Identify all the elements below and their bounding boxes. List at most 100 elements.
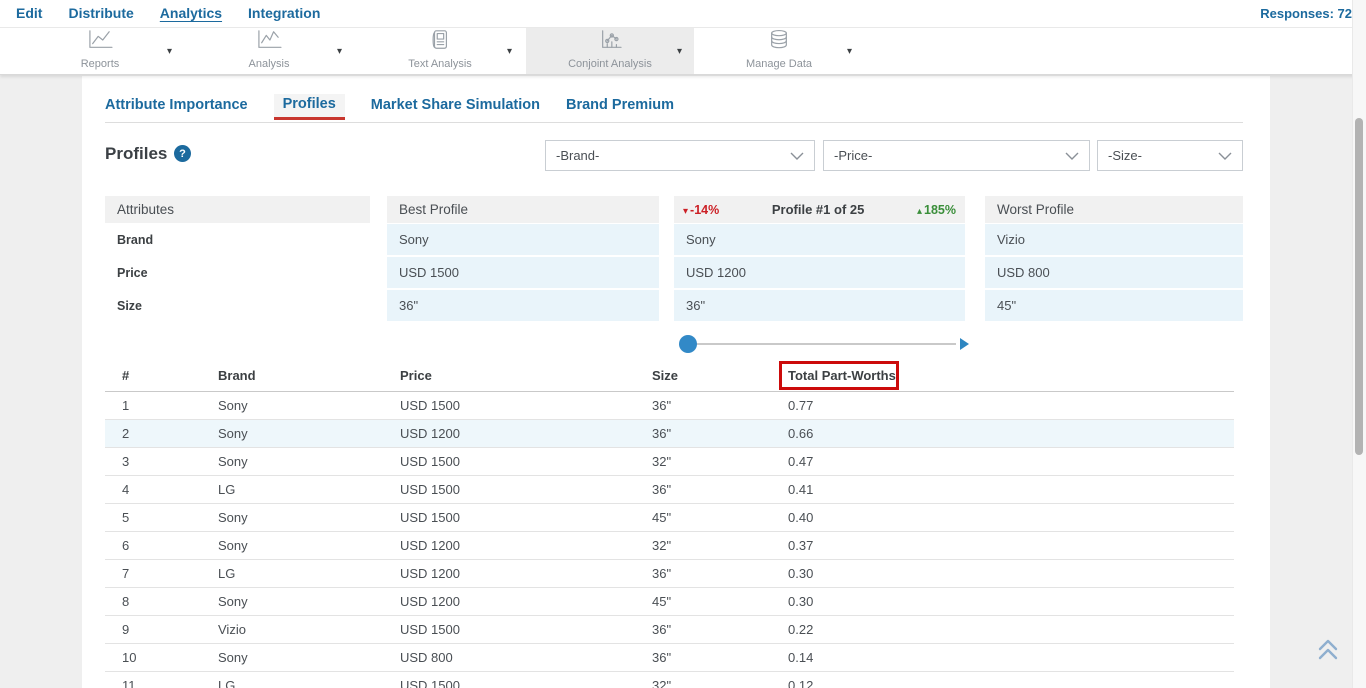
table-header-number[interactable]: # xyxy=(122,368,129,383)
table-header-total-part-worths[interactable]: Total Part-Worths xyxy=(788,368,896,383)
top-nav: Edit Distribute Analytics Integration Re… xyxy=(0,0,1366,28)
nav-item-edit[interactable]: Edit xyxy=(16,5,42,23)
text-analysis-dropdown-caret[interactable]: ▾ xyxy=(507,47,512,57)
toolbar-button-manage-data[interactable]: Manage Data xyxy=(704,28,854,74)
table-row[interactable]: 8SonyUSD 120045"0.30 xyxy=(105,588,1234,616)
current-profile-brand-cell: Sony xyxy=(674,224,965,255)
table-cell: USD 1500 xyxy=(400,504,460,532)
table-row[interactable]: 6SonyUSD 120032"0.37 xyxy=(105,532,1234,560)
table-cell: Sony xyxy=(218,532,248,560)
table-row[interactable]: 1SonyUSD 150036"0.77 xyxy=(105,392,1234,420)
scroll-to-top-button[interactable] xyxy=(1316,637,1340,663)
toolbar-button-reports[interactable]: Reports xyxy=(25,28,175,74)
worst-profile-header: Worst Profile xyxy=(985,196,1243,223)
table-cell: 0.47 xyxy=(788,448,813,476)
tab-market-share-simulation[interactable]: Market Share Simulation xyxy=(371,97,540,120)
analytics-toolbar: Reports ▾ Analysis ▾ Text Analysis ▾ Con… xyxy=(0,28,1366,75)
table-cell: 11 xyxy=(122,672,136,688)
table-cell: 32" xyxy=(652,448,671,476)
toolbar-button-text-analysis[interactable]: Text Analysis xyxy=(365,28,515,74)
conjoint-analysis-dropdown-caret[interactable]: ▾ xyxy=(677,47,682,57)
best-profile-size-cell: 36" xyxy=(387,290,659,321)
attribute-label-brand: Brand xyxy=(117,224,153,255)
brand-filter-dropdown[interactable]: -Brand- xyxy=(545,140,815,171)
table-row[interactable]: 5SonyUSD 150045"0.40 xyxy=(105,504,1234,532)
table-row[interactable]: 9VizioUSD 150036"0.22 xyxy=(105,616,1234,644)
table-cell: USD 1500 xyxy=(400,672,460,688)
nav-item-distribute[interactable]: Distribute xyxy=(68,5,133,23)
table-row[interactable]: 2SonyUSD 120036"0.66 xyxy=(105,420,1234,448)
profile-slider xyxy=(674,334,969,354)
toolbar-label: Conjoint Analysis xyxy=(568,58,652,70)
table-row[interactable]: 10SonyUSD 80036"0.14 xyxy=(105,644,1234,672)
triangle-up-icon: ▴ xyxy=(917,206,922,217)
nav-item-analytics[interactable]: Analytics xyxy=(160,5,222,23)
best-profile-header: Best Profile xyxy=(387,196,659,223)
table-cell: 0.22 xyxy=(788,616,813,644)
table-header-size[interactable]: Size xyxy=(652,368,678,383)
vertical-scrollbar-track[interactable] xyxy=(1352,0,1366,688)
profile-slider-handle[interactable] xyxy=(679,335,697,353)
table-cell: 0.41 xyxy=(788,476,813,504)
table-cell: 0.30 xyxy=(788,560,813,588)
table-cell: USD 1200 xyxy=(400,420,460,448)
tab-attribute-importance[interactable]: Attribute Importance xyxy=(105,97,248,120)
current-profile-header: ▾-14% Profile #1 of 25 ▴185% xyxy=(674,196,965,223)
table-row[interactable]: 4LGUSD 150036"0.41 xyxy=(105,476,1234,504)
table-cell: 5 xyxy=(122,504,129,532)
price-filter-dropdown[interactable]: -Price- xyxy=(823,140,1090,171)
table-cell: 3 xyxy=(122,448,129,476)
profile-slider-track[interactable] xyxy=(688,343,956,345)
responses-count[interactable]: Responses: 72 xyxy=(1260,6,1352,21)
table-cell: Sony xyxy=(218,588,248,616)
table-cell: 8 xyxy=(122,588,129,616)
better-percentage: ▴185% xyxy=(917,203,956,217)
worse-percentage: ▾-14% xyxy=(683,203,719,217)
size-filter-value: -Size- xyxy=(1108,148,1142,163)
chevron-down-icon xyxy=(1065,152,1079,160)
tab-profiles[interactable]: Profiles xyxy=(274,94,345,120)
chevron-down-icon xyxy=(790,152,804,160)
price-filter-value: -Price- xyxy=(834,148,872,163)
table-cell: LG xyxy=(218,476,235,504)
table-cell: 36" xyxy=(652,420,671,448)
slider-arrow-right-icon[interactable] xyxy=(960,338,969,350)
manage-data-dropdown-caret[interactable]: ▾ xyxy=(847,47,852,57)
attribute-label-price: Price xyxy=(117,257,148,288)
size-filter-dropdown[interactable]: -Size- xyxy=(1097,140,1243,171)
help-icon[interactable]: ? xyxy=(174,145,191,162)
current-profile-title: Profile #1 of 25 xyxy=(719,202,917,217)
table-cell: 0.40 xyxy=(788,504,813,532)
vertical-scrollbar-thumb[interactable] xyxy=(1355,118,1363,455)
table-cell: USD 1200 xyxy=(400,560,460,588)
table-cell: USD 1500 xyxy=(400,448,460,476)
toolbar-button-conjoint-analysis[interactable]: Conjoint Analysis xyxy=(526,28,694,74)
table-cell: 0.30 xyxy=(788,588,813,616)
table-header-brand[interactable]: Brand xyxy=(218,368,256,383)
table-cell: Sony xyxy=(218,448,248,476)
current-profile-price-cell: USD 1200 xyxy=(674,257,965,288)
line-chart-icon xyxy=(85,29,115,56)
tab-brand-premium[interactable]: Brand Premium xyxy=(566,97,674,120)
toolbar-label: Analysis xyxy=(249,58,290,70)
current-profile-size-cell: 36" xyxy=(674,290,965,321)
reports-dropdown-caret[interactable]: ▾ xyxy=(167,47,172,57)
chevron-down-icon xyxy=(1218,152,1232,160)
triangle-down-icon: ▾ xyxy=(683,206,688,217)
analysis-dropdown-caret[interactable]: ▾ xyxy=(337,47,342,57)
toolbar-label: Text Analysis xyxy=(408,58,472,70)
toolbar-button-analysis[interactable]: Analysis xyxy=(194,28,344,74)
table-row[interactable]: 7LGUSD 120036"0.30 xyxy=(105,560,1234,588)
table-cell: Vizio xyxy=(218,616,246,644)
table-header-price[interactable]: Price xyxy=(400,368,432,383)
table-cell: 0.12 xyxy=(788,672,813,688)
table-row[interactable]: 11LGUSD 150032"0.12 xyxy=(105,672,1234,688)
table-cell: 36" xyxy=(652,644,671,672)
conjoint-tabs: Attribute Importance Profiles Market Sha… xyxy=(105,94,674,120)
table-row[interactable]: 3 Sony USD 1500 32" 0.47 xyxy=(105,448,1234,476)
table-cell: USD 1200 xyxy=(400,588,460,616)
nav-item-integration[interactable]: Integration xyxy=(248,5,320,23)
worst-profile-size-cell: 45" xyxy=(985,290,1243,321)
trend-chart-icon xyxy=(254,29,284,56)
double-chevron-up-icon xyxy=(1316,637,1340,663)
